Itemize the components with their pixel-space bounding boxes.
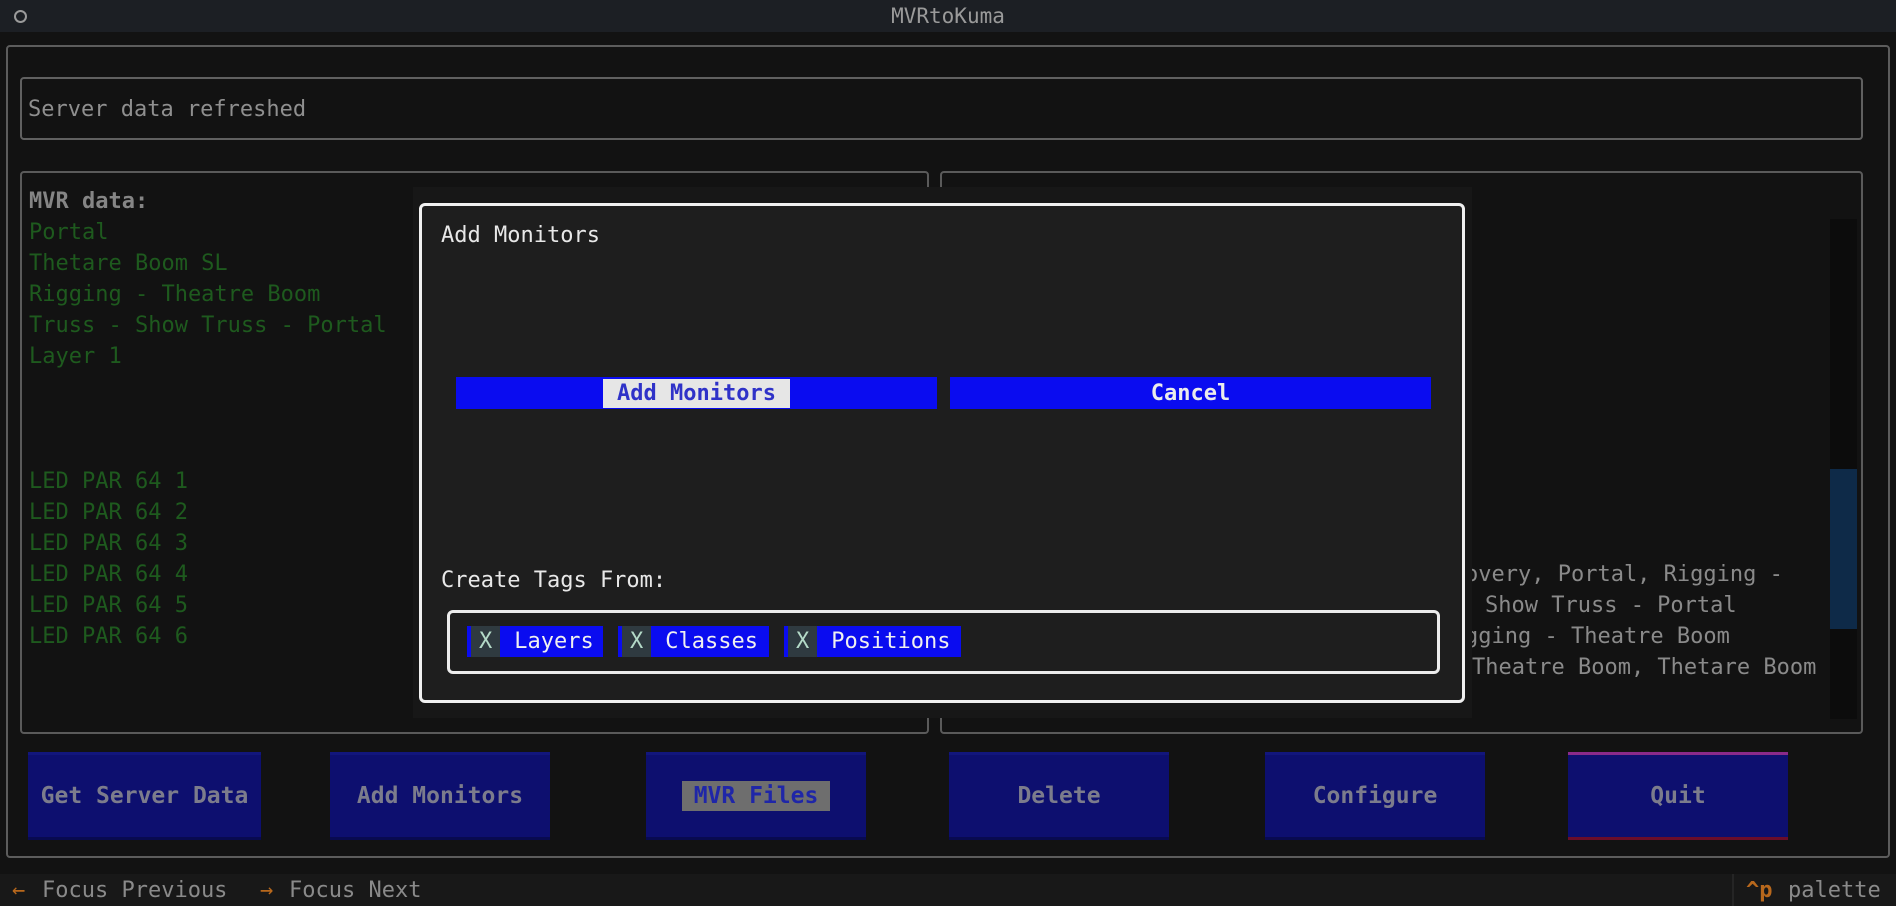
right-arrow-icon[interactable]: → [260,878,273,903]
get-server-data-label: Get Server Data [40,783,249,809]
mvr-group-item: Truss - Show Truss - Portal [29,313,387,338]
mvr-files-button[interactable]: MVR Files [646,752,866,840]
cancel-button[interactable]: Cancel [950,377,1431,409]
mvr-fixture-item: LED PAR 64 5 [29,593,188,618]
tag-option-positions[interactable]: X Positions [784,626,961,657]
server-line: Theatre Boom, Thetare Boom [1472,655,1817,680]
mvr-group-item: Thetare Boom SL [29,251,228,276]
add-monitors-dialog: Add Monitors Add Monitors Cancel Create … [419,203,1465,703]
delete-label: Delete [1017,783,1101,809]
status-log: Server data refreshed [20,77,1863,140]
scrollbar-thumb[interactable] [1830,469,1857,629]
mvr-fixture-item: LED PAR 64 4 [29,562,188,587]
footer-bar: ← Focus Previous → Focus Next ^p palette [0,874,1896,906]
quit-button[interactable]: Quit [1568,752,1788,840]
footer-divider [1732,874,1734,906]
tag-source-selector[interactable]: X Layers X Classes X Positions [447,610,1440,674]
server-line: overy, Portal, Rigging - [1465,562,1783,587]
confirm-add-monitors-button[interactable]: Add Monitors [456,377,937,409]
tag-option-classes[interactable]: X Classes [618,626,769,657]
title-bar: MVRtoKuma [0,0,1896,32]
server-line: Show Truss - Portal [1485,593,1737,618]
create-tags-label: Create Tags From: [441,568,667,593]
mvr-fixture-item: LED PAR 64 3 [29,531,188,556]
palette-hint[interactable]: palette [1788,878,1881,903]
mvr-fixture-item: LED PAR 64 6 [29,624,188,649]
mvr-group-item: Layer 1 [29,344,122,369]
dialog-title: Add Monitors [441,223,600,248]
quit-label: Quit [1650,783,1706,809]
configure-button[interactable]: Configure [1265,752,1485,840]
mvr-group-item: Rigging - Theatre Boom [29,282,321,307]
checkbox-x-icon[interactable]: X [788,626,818,657]
tag-option-label: Classes [665,629,758,654]
checkbox-x-icon[interactable]: X [471,626,501,657]
add-monitors-label: Add Monitors [356,783,524,809]
mvr-fixture-item: LED PAR 64 1 [29,469,188,494]
delete-button[interactable]: Delete [949,752,1169,840]
tag-option-layers[interactable]: X Layers [467,626,603,657]
confirm-add-monitors-label: Add Monitors [603,378,790,408]
checkbox-x-icon[interactable]: X [622,626,652,657]
tag-option-label: Positions [831,629,951,654]
mvr-fixture-item: LED PAR 64 2 [29,500,188,525]
mvr-data-heading: MVR data: [29,189,149,214]
add-monitors-button[interactable]: Add Monitors [330,752,550,840]
get-server-data-button[interactable]: Get Server Data [28,752,261,840]
window-title: MVRtoKuma [891,4,1005,28]
configure-label: Configure [1312,783,1438,809]
tag-option-label: Layers [514,629,594,654]
server-line: gging - Theatre Boom [1465,624,1730,649]
mvr-files-label: MVR Files [681,781,831,811]
focus-previous-hint[interactable]: Focus Previous [42,878,227,903]
cancel-label: Cancel [1150,380,1231,406]
left-arrow-icon[interactable]: ← [12,878,25,903]
status-message: Server data refreshed [28,97,307,122]
server-panel-scrollbar[interactable] [1830,219,1857,719]
mvr-group-item: Portal [29,220,109,245]
palette-shortcut-key[interactable]: ^p [1746,878,1773,903]
focus-next-hint[interactable]: Focus Next [289,878,421,903]
